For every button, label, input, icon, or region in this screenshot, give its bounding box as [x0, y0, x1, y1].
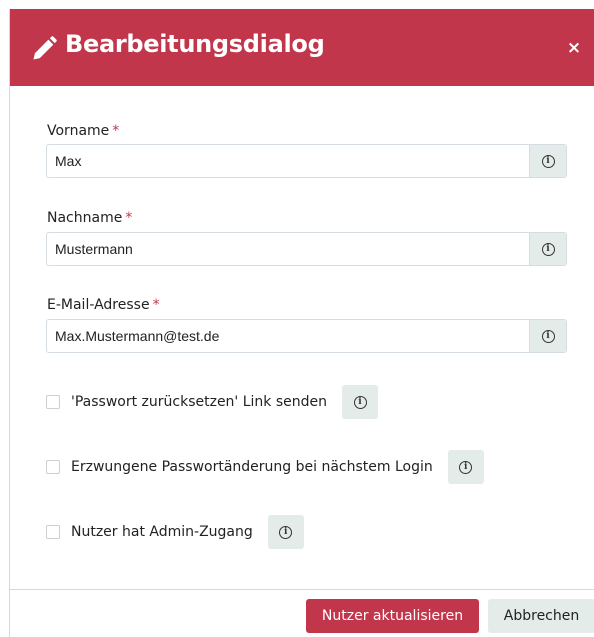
email-label: E-Mail-Adresse *	[47, 297, 160, 313]
info-icon: i	[459, 460, 473, 474]
info-icon: i	[541, 329, 555, 343]
email-input[interactable]	[47, 320, 529, 352]
close-button[interactable]: ×	[565, 37, 583, 59]
force-password-label: Erzwungene Passwortänderung bei nächstem…	[71, 459, 433, 475]
required-marker: *	[125, 210, 133, 226]
first-name-label: Vorname *	[47, 123, 119, 139]
info-icon: i	[541, 242, 555, 256]
first-name-input[interactable]	[47, 145, 529, 177]
first-name-info-button[interactable]: i	[529, 145, 566, 177]
force-password-info-button[interactable]: i	[447, 450, 484, 484]
reset-link-label: 'Passwort zurücksetzen' Link senden	[71, 394, 327, 410]
required-marker: *	[152, 297, 160, 313]
last-name-info-button[interactable]: i	[529, 233, 566, 265]
email-label-text: E-Mail-Adresse	[47, 297, 150, 313]
admin-access-info-button[interactable]: i	[267, 515, 304, 549]
last-name-label-text: Nachname	[47, 210, 123, 226]
last-name-input[interactable]	[47, 233, 529, 265]
last-name-group: i	[46, 232, 567, 266]
admin-access-label: Nutzer hat Admin-Zugang	[71, 524, 253, 540]
first-name-group: i	[46, 144, 567, 178]
email-group: i	[46, 319, 567, 353]
email-info-button[interactable]: i	[529, 320, 566, 352]
last-name-label: Nachname *	[47, 210, 132, 226]
update-user-button[interactable]: Nutzer aktualisieren	[306, 599, 479, 633]
force-password-checkbox[interactable]	[46, 460, 60, 474]
reset-link-row: 'Passwort zurücksetzen' Link senden i	[46, 385, 378, 419]
admin-access-checkbox[interactable]	[46, 525, 60, 539]
first-name-label-text: Vorname	[47, 123, 110, 139]
edit-dialog: Bearbeitungsdialog × Vorname* i Nachname…	[9, 9, 594, 637]
dialog-header: Bearbeitungsdialog ×	[10, 9, 594, 86]
info-icon: i	[279, 525, 293, 539]
admin-access-row: Nutzer hat Admin-Zugang i	[46, 515, 304, 549]
force-password-row: Erzwungene Passwortänderung bei nächstem…	[46, 450, 484, 484]
info-icon: i	[353, 395, 367, 409]
dialog-title: Bearbeitungsdialog	[65, 30, 325, 58]
required-marker: *	[112, 123, 120, 139]
footer-divider	[10, 589, 594, 590]
pencil-icon	[33, 36, 57, 60]
cancel-button[interactable]: Abbrechen	[488, 599, 594, 633]
reset-link-info-button[interactable]: i	[342, 385, 378, 419]
reset-link-checkbox[interactable]	[46, 395, 60, 409]
info-icon: i	[541, 154, 555, 168]
